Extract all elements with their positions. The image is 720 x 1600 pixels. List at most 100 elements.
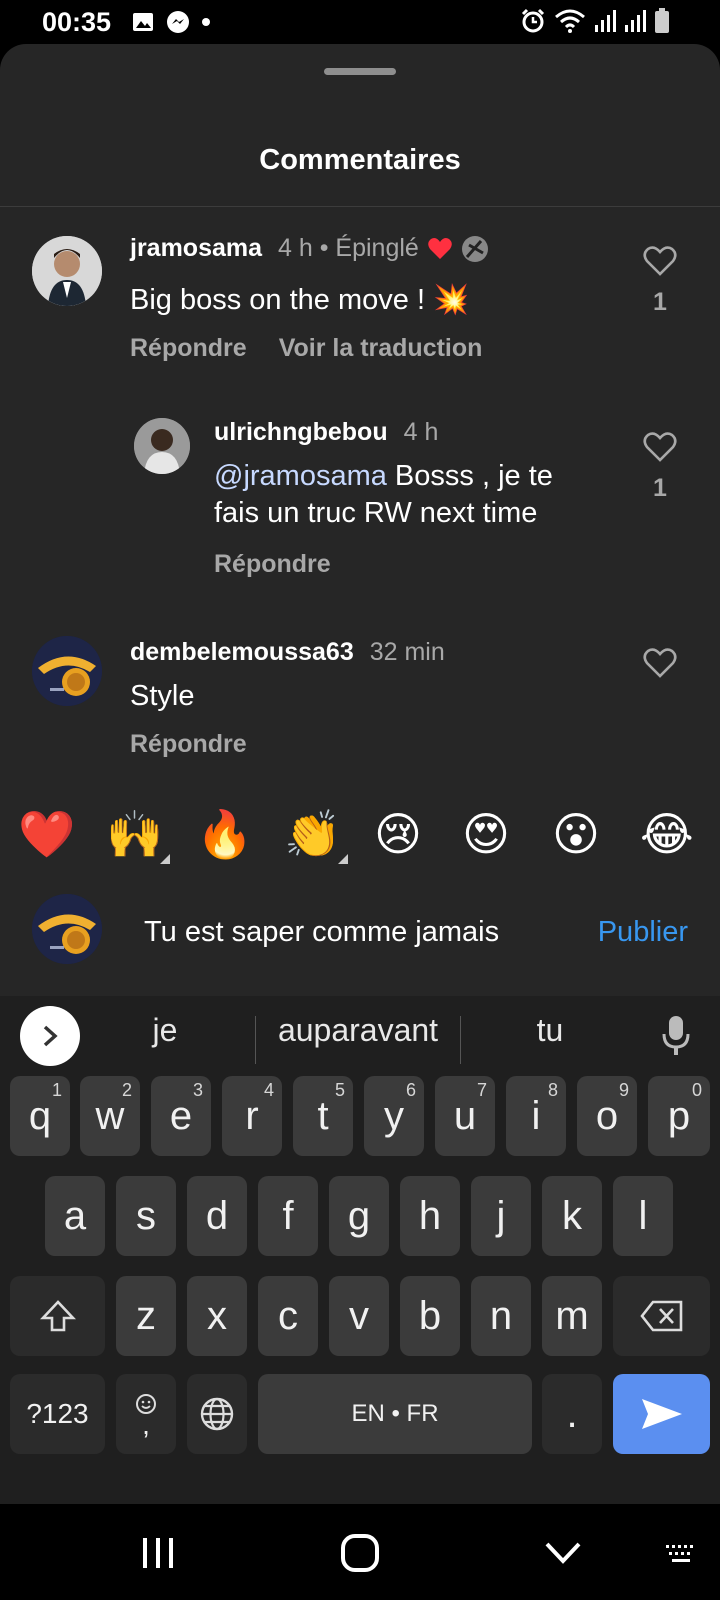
emoji-quick-bar: ❤️ 🙌 🔥 👏 😢 😍 😮 😂 (0, 806, 720, 864)
key-o[interactable]: o9 (577, 1076, 637, 1156)
battery-icon (655, 8, 669, 33)
skin-tone-indicator (160, 854, 170, 864)
mention-link[interactable]: @jramosama (214, 460, 387, 492)
key-e[interactable]: e3 (151, 1076, 211, 1156)
key-u[interactable]: u7 (435, 1076, 495, 1156)
key-v[interactable]: v (329, 1276, 389, 1356)
more-notifications-icon (202, 18, 210, 26)
recent-apps-icon[interactable] (140, 1536, 176, 1570)
suggestion-3[interactable]: tu (490, 1012, 610, 1049)
signal-icon (595, 10, 616, 32)
key-f[interactable]: f (258, 1176, 318, 1256)
comment-input[interactable]: Tu est saper comme jamais (144, 916, 499, 949)
heart-icon (643, 648, 677, 678)
reply-button[interactable]: Répondre (130, 730, 247, 759)
status-bar: 00:35 (0, 0, 720, 46)
key-l[interactable]: l (613, 1176, 673, 1256)
key-i[interactable]: i8 (506, 1076, 566, 1156)
reply-button[interactable]: Répondre (130, 334, 247, 363)
reply-button[interactable]: Répondre (214, 550, 331, 579)
expand-toolbar-button[interactable] (20, 1006, 80, 1066)
key-y[interactable]: y6 (364, 1076, 424, 1156)
avatar[interactable] (32, 636, 102, 706)
suggestion-2[interactable]: auparavant (258, 1012, 458, 1049)
emoji-surprised[interactable]: 😮 (552, 806, 600, 862)
language-key[interactable] (187, 1374, 247, 1454)
globe-icon (200, 1397, 234, 1431)
key-a[interactable]: a (45, 1176, 105, 1256)
author-avatar-icon (461, 235, 488, 262)
avatar[interactable] (32, 236, 102, 306)
avatar-photo (32, 236, 102, 306)
suggestion-separator (255, 1016, 256, 1064)
username[interactable]: jramosama (130, 234, 262, 263)
username[interactable]: ulrichngbebou (214, 418, 388, 447)
emoji-fire[interactable]: 🔥 (196, 806, 253, 862)
like-button[interactable] (640, 246, 680, 281)
key-b[interactable]: b (400, 1276, 460, 1356)
comment-item: jramosama 4 h • Épinglé Big boss on the … (0, 230, 720, 370)
like-button[interactable] (640, 648, 680, 683)
emoji-crying[interactable]: 😢 (374, 806, 422, 862)
key-c[interactable]: c (258, 1276, 318, 1356)
comment-actions: Répondre (214, 550, 331, 579)
heart-liked-icon (428, 237, 452, 259)
like-button[interactable] (640, 432, 680, 467)
comment-composer: Tu est saper comme jamais Publier (0, 886, 720, 986)
comment-header: ulrichngbebou 4 h (214, 418, 438, 447)
space-key[interactable]: EN • FR (258, 1374, 532, 1454)
key-p[interactable]: p0 (648, 1076, 710, 1156)
emoji-clapping[interactable]: 👏 (284, 806, 341, 862)
key-h[interactable]: h (400, 1176, 460, 1256)
emoji-raising-hands[interactable]: 🙌 (106, 806, 163, 862)
avatar-photo (134, 418, 190, 474)
suggestion-1[interactable]: je (110, 1012, 220, 1049)
keyboard-switch-icon[interactable] (664, 1542, 698, 1566)
like-count: 1 (653, 288, 667, 316)
send-key[interactable] (613, 1374, 710, 1454)
navigation-bar (0, 1504, 720, 1600)
key-w[interactable]: w2 (80, 1076, 140, 1156)
key-z[interactable]: z (116, 1276, 176, 1356)
microphone-icon[interactable] (660, 1014, 692, 1058)
drag-handle[interactable] (324, 68, 396, 75)
back-chevron-icon[interactable] (544, 1540, 582, 1566)
comment-item: dembelemoussa63 32 min Style Répondre (0, 634, 720, 774)
emoji-comma-key[interactable]: , (116, 1374, 176, 1454)
chevron-right-icon (43, 1025, 58, 1047)
avatar[interactable] (134, 418, 190, 474)
emoji-heart[interactable]: ❤️ (18, 806, 75, 862)
key-r[interactable]: r4 (222, 1076, 282, 1156)
key-m[interactable]: m (542, 1276, 602, 1356)
my-avatar (32, 894, 102, 964)
key-t[interactable]: t5 (293, 1076, 353, 1156)
avatar-logo (32, 894, 102, 964)
skin-tone-indicator (338, 854, 348, 864)
comment-header: dembelemoussa63 32 min (130, 638, 445, 667)
key-n[interactable]: n (471, 1276, 531, 1356)
shift-key[interactable] (10, 1276, 105, 1356)
publish-button[interactable]: Publier (598, 916, 688, 949)
see-translation-button[interactable]: Voir la traduction (279, 334, 483, 363)
heart-icon (643, 246, 677, 276)
username[interactable]: dembelemoussa63 (130, 638, 354, 667)
key-q[interactable]: q1 (10, 1076, 70, 1156)
emoji-heart-eyes[interactable]: 😍 (462, 806, 510, 862)
key-d[interactable]: d (187, 1176, 247, 1256)
comment-actions: Répondre (130, 730, 247, 759)
key-g[interactable]: g (329, 1176, 389, 1256)
keyboard: je auparavant tu q1 w2 e3 r4 t5 y6 u7 i8… (0, 996, 720, 1504)
comment-text: Style (130, 680, 195, 712)
emoji-laughing[interactable]: 😂 (640, 806, 694, 862)
backspace-key[interactable] (613, 1276, 710, 1356)
period-key[interactable]: . (542, 1374, 602, 1454)
symbols-key[interactable]: ?123 (10, 1374, 105, 1454)
signal-icon-2 (625, 10, 646, 32)
key-j[interactable]: j (471, 1176, 531, 1256)
avatar-logo (32, 636, 102, 706)
key-x[interactable]: x (187, 1276, 247, 1356)
comment-header: jramosama 4 h • Épinglé (130, 234, 489, 263)
home-icon[interactable] (340, 1533, 380, 1573)
key-s[interactable]: s (116, 1176, 176, 1256)
key-k[interactable]: k (542, 1176, 602, 1256)
